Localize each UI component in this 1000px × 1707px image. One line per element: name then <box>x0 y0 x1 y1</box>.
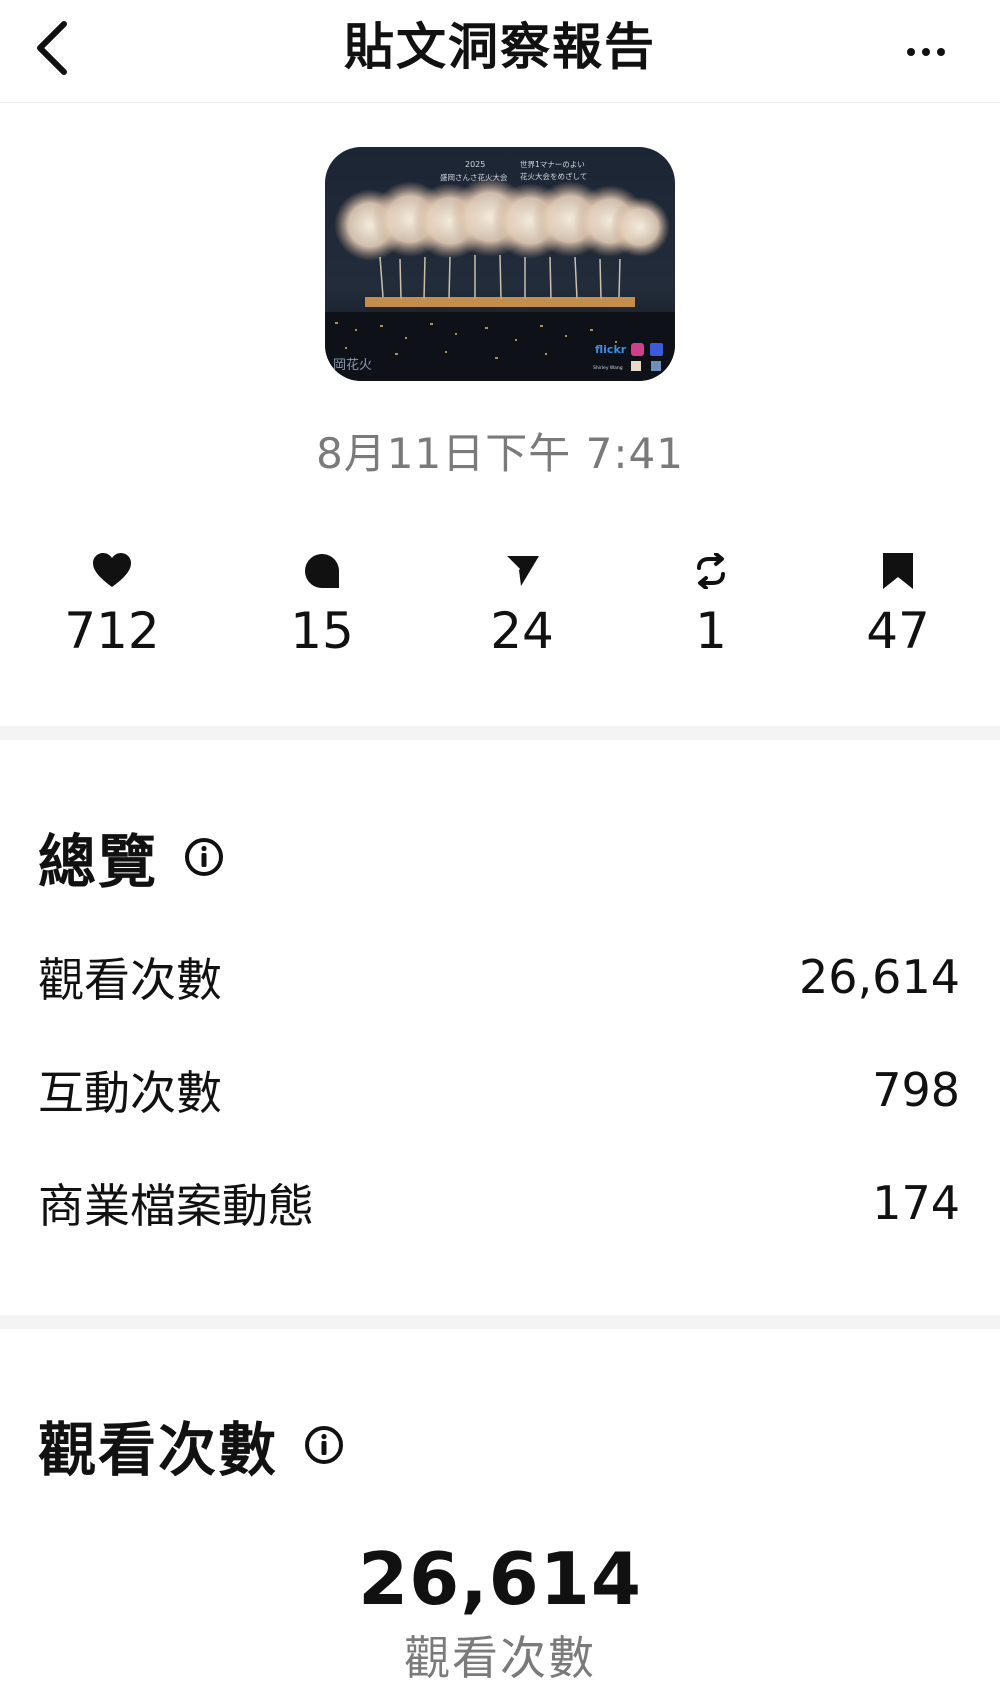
engagement-stats: 712 15 24 1 47 <box>0 545 1000 665</box>
overview-title: 總覽 <box>38 815 224 899</box>
row-value: 26,614 <box>799 950 960 1004</box>
post-timestamp: 8月11日下午 7:41 <box>316 429 684 478</box>
row-value: 798 <box>872 1063 960 1117</box>
overview-title-text: 總覽 <box>38 828 159 896</box>
comments-stat: 15 <box>242 545 402 663</box>
qr-badge <box>631 361 641 371</box>
thumbnail-year: 2025 <box>465 160 485 169</box>
shares-stat: 24 <box>442 545 602 663</box>
thumbnail-right-caption-1: 世界1マナーのよい <box>520 159 585 169</box>
facebook-logo <box>650 343 663 356</box>
info-icon[interactable] <box>184 837 224 877</box>
reposts-stat: 1 <box>631 545 791 663</box>
row-label: 商業檔案動態 <box>38 1179 314 1233</box>
bookmark-icon <box>818 545 978 597</box>
overview-row-profile-activity: 商業檔案動態 174 <box>38 1168 960 1238</box>
send-icon <box>442 545 602 597</box>
views-title: 觀看次數 <box>38 1403 344 1487</box>
more-options-button[interactable] <box>896 26 956 76</box>
thumbnail-signature: 岡花火 <box>333 357 372 373</box>
small-badge <box>651 361 661 371</box>
fireworks-image: 2025 盛岡さんさ花火大会 世界1マナーのよい 花火大会をめざして flick… <box>325 147 675 381</box>
thumbnail-brand: flickr <box>595 343 627 356</box>
shares-count: 24 <box>490 602 554 660</box>
thumbnail-right-caption-2: 花火大会をめざして <box>520 171 587 181</box>
more-horizontal-icon <box>906 42 946 61</box>
instagram-logo <box>631 343 644 356</box>
post-insights-page: 貼文洞察報告 2025 盛岡さんさ花火大会 世界1マナーのよい 花火大会をめざし… <box>0 0 1000 1707</box>
heart-icon <box>32 545 192 597</box>
overview-row-views: 觀看次數 26,614 <box>38 942 960 1012</box>
likes-count: 712 <box>64 602 160 660</box>
saves-count: 47 <box>866 602 930 660</box>
section-divider <box>0 726 1000 740</box>
comments-count: 15 <box>290 602 354 660</box>
thumbnail-left-caption: 盛岡さんさ花火大会 <box>440 172 508 182</box>
post-thumbnail[interactable]: 2025 盛岡さんさ花火大会 世界1マナーのよい 花火大会をめざして flick… <box>325 147 675 381</box>
page-title: 貼文洞察報告 <box>344 18 656 76</box>
views-title-text: 觀看次數 <box>38 1416 279 1484</box>
reposts-count: 1 <box>695 602 727 660</box>
overview-row-interactions: 互動次數 798 <box>38 1055 960 1125</box>
views-total-label: 觀看次數 <box>404 1631 596 1685</box>
row-value: 174 <box>872 1176 960 1230</box>
row-label: 互動次數 <box>38 1066 222 1120</box>
info-icon[interactable] <box>304 1425 344 1465</box>
top-bar: 貼文洞察報告 <box>0 0 1000 103</box>
views-total: 26,614 <box>358 1537 642 1621</box>
saves-stat: 47 <box>818 545 978 663</box>
comment-icon <box>242 545 402 597</box>
likes-stat: 712 <box>32 545 192 663</box>
section-divider <box>0 1315 1000 1329</box>
repost-icon <box>631 545 791 597</box>
thumbnail-credit: Shirley Wang <box>593 365 623 371</box>
row-label: 觀看次數 <box>38 953 222 1007</box>
